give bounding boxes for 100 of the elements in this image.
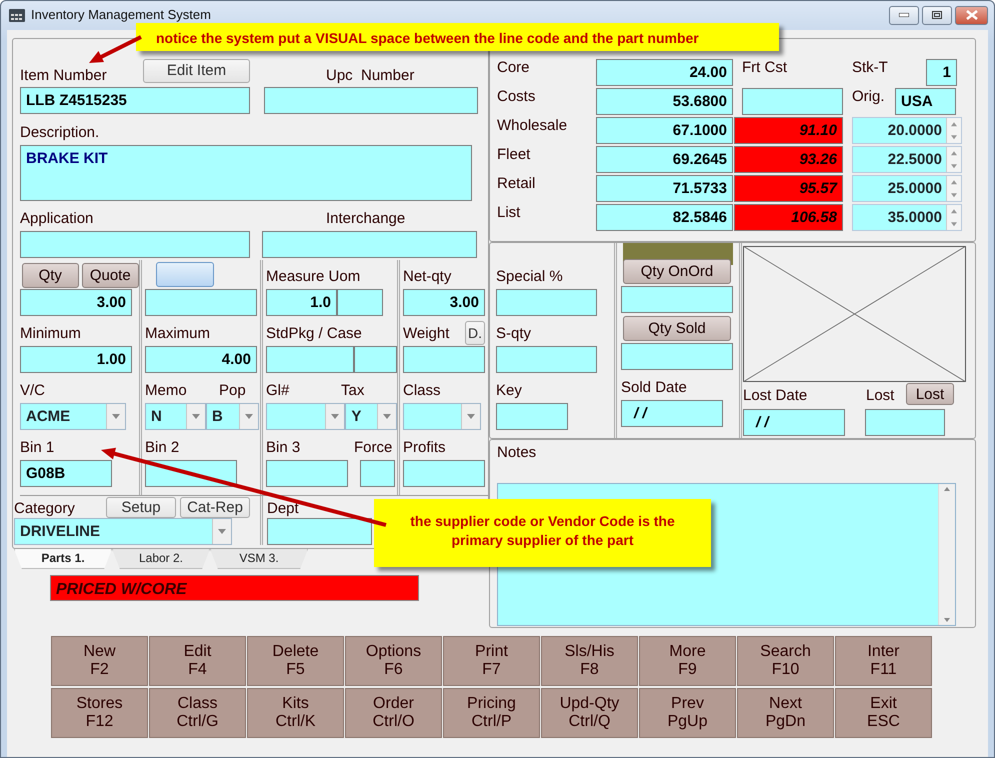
function-key-button[interactable]: Edit F4 xyxy=(149,636,246,686)
field-label: Frt Cst xyxy=(741,59,788,78)
field-label: Notes xyxy=(497,444,536,462)
function-key-button[interactable]: Options F6 xyxy=(345,636,442,686)
callout-arrow xyxy=(89,35,142,63)
input-field[interactable]: 3.00 xyxy=(403,289,485,316)
spin-field[interactable]: 20.0000 xyxy=(852,117,962,144)
input-field[interactable]: 1.0 xyxy=(266,289,337,316)
input-field[interactable] xyxy=(496,346,597,373)
input-field[interactable] xyxy=(20,231,250,258)
function-key-button[interactable]: Order Ctrl/O xyxy=(345,688,442,738)
function-key-button[interactable]: Class Ctrl/G xyxy=(149,688,246,738)
input-field[interactable] xyxy=(354,346,397,373)
field-label: Weight xyxy=(403,325,450,343)
dropdown-field[interactable]: DRIVELINE xyxy=(14,518,232,545)
caret-icon xyxy=(245,414,253,419)
input-field[interactable]: 91.10 xyxy=(734,117,843,144)
field-label: Maximum xyxy=(145,325,210,343)
input-field[interactable]: 67.1000 xyxy=(596,117,733,144)
input-field[interactable]: USA xyxy=(895,88,956,115)
function-key-button[interactable]: Exit ESC xyxy=(835,688,932,738)
input-field[interactable]: 82.5846 xyxy=(596,204,733,231)
input-field[interactable]: 53.6800 xyxy=(596,88,733,115)
input-field[interactable]: G08B xyxy=(20,460,112,487)
function-key-button[interactable]: Upd-Qty Ctrl/Q xyxy=(541,688,638,738)
dropdown-field[interactable] xyxy=(266,403,346,430)
status-banner: PRICED W/CORE xyxy=(50,575,419,601)
input-field[interactable]: 95.57 xyxy=(734,175,843,202)
close-button[interactable] xyxy=(955,6,988,24)
input-field[interactable]: LLB Z4515235 xyxy=(20,87,250,114)
input-field[interactable]: 3.00 xyxy=(20,289,132,316)
function-key-button[interactable]: Pricing Ctrl/P xyxy=(443,688,540,738)
quote-button[interactable]: Quote xyxy=(82,263,139,288)
function-key-button[interactable]: Prev PgUp xyxy=(639,688,736,738)
function-key-button[interactable]: Search F10 xyxy=(737,636,834,686)
d-button[interactable]: D. xyxy=(465,321,485,345)
function-key-button[interactable]: Kits Ctrl/K xyxy=(247,688,344,738)
input-field[interactable] xyxy=(865,409,945,436)
input-field[interactable] xyxy=(742,88,843,115)
input-field[interactable] xyxy=(262,231,477,258)
input-field[interactable] xyxy=(266,346,354,373)
input-field[interactable]: / / xyxy=(621,400,723,427)
input-field[interactable] xyxy=(145,289,257,316)
blank-button[interactable] xyxy=(156,262,214,287)
function-key-button[interactable]: Inter F11 xyxy=(835,636,932,686)
function-key-button[interactable]: New F2 xyxy=(51,636,148,686)
field-label: V/C xyxy=(20,382,46,400)
function-key-button[interactable]: Stores F12 xyxy=(51,688,148,738)
setup-button[interactable]: Setup xyxy=(106,497,176,518)
function-key-button[interactable]: Print F7 xyxy=(443,636,540,686)
input-field[interactable]: 1 xyxy=(926,59,957,86)
input-field[interactable] xyxy=(266,460,348,487)
function-key-button[interactable]: Delete F5 xyxy=(247,636,344,686)
dropdown-field[interactable]: ACME xyxy=(20,403,126,430)
minimize-button[interactable] xyxy=(889,6,919,24)
input-field[interactable] xyxy=(264,87,478,114)
input-field[interactable]: 24.00 xyxy=(596,59,733,86)
dropdown-field[interactable] xyxy=(403,403,481,430)
input-field[interactable]: BRAKE KIT xyxy=(20,145,472,201)
maximize-button[interactable] xyxy=(922,6,952,24)
tab[interactable]: VSM 3. xyxy=(210,549,308,569)
dropdown-field[interactable]: Y xyxy=(345,403,397,430)
spin-field[interactable]: 22.5000 xyxy=(852,146,962,173)
qty-button[interactable]: Qty xyxy=(22,263,78,288)
caret-icon xyxy=(467,414,475,419)
qty-on-order-button[interactable]: Qty OnOrd xyxy=(623,259,731,284)
input-field[interactable] xyxy=(403,460,485,487)
tab[interactable]: Labor 2. xyxy=(112,549,210,569)
dropdown-field[interactable]: N xyxy=(145,403,206,430)
function-key-button[interactable]: Sls/His F8 xyxy=(541,636,638,686)
edit-item-button[interactable]: Edit Item xyxy=(143,59,250,83)
input-field[interactable] xyxy=(403,346,485,373)
field-label: Fleet xyxy=(497,146,532,165)
input-field[interactable] xyxy=(267,518,372,545)
function-key-button[interactable]: Next PgDn xyxy=(737,688,834,738)
function-key-button[interactable]: More F9 xyxy=(639,636,736,686)
input-field[interactable] xyxy=(360,460,395,487)
field-label: Gl# xyxy=(266,382,290,400)
input-field[interactable]: 93.26 xyxy=(734,146,843,173)
field-label: List xyxy=(497,204,522,223)
cat-rep-button[interactable]: Cat-Rep xyxy=(180,497,250,518)
dropdown-field[interactable]: B xyxy=(206,403,259,430)
input-field[interactable] xyxy=(496,289,597,316)
field-label: Costs xyxy=(497,88,536,107)
tab[interactable]: Parts 1. xyxy=(14,549,112,569)
input-field[interactable]: 69.2645 xyxy=(596,146,733,173)
input-field[interactable] xyxy=(337,289,383,316)
spin-field[interactable]: 35.0000 xyxy=(852,204,962,231)
input-field[interactable] xyxy=(621,286,733,313)
input-field[interactable] xyxy=(621,343,733,370)
input-field[interactable]: 4.00 xyxy=(145,346,257,373)
input-field[interactable]: / / xyxy=(743,409,845,436)
input-field[interactable] xyxy=(496,403,568,430)
input-field[interactable]: 71.5733 xyxy=(596,175,733,202)
field-label: Core xyxy=(497,59,531,78)
lost-button[interactable]: Lost xyxy=(906,383,954,405)
input-field[interactable]: 1.00 xyxy=(20,346,132,373)
input-field[interactable]: 106.58 xyxy=(734,204,843,231)
qty-sold-button[interactable]: Qty Sold xyxy=(623,316,731,341)
spin-field[interactable]: 25.0000 xyxy=(852,175,962,202)
